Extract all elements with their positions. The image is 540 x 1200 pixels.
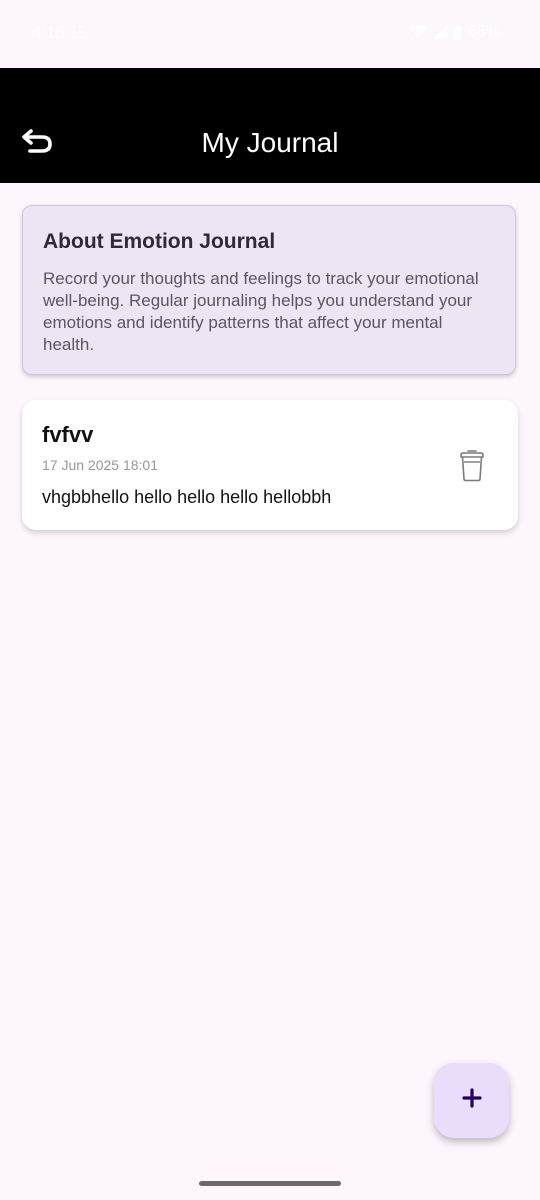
status-icons: 68% xyxy=(408,23,500,41)
status-time: 4:15 ☷ xyxy=(32,23,86,42)
about-info-card: About Emotion Journal Record your though… xyxy=(22,205,516,375)
page-title: My Journal xyxy=(201,127,339,158)
entry-date: 17 Jun 2025 18:01 xyxy=(42,457,158,473)
status-bar: 4:15 ☷ 68% xyxy=(0,0,540,68)
app-bar: My Journal xyxy=(0,68,540,183)
journal-entry-card[interactable]: fvfvv 17 Jun 2025 18:01 vhgbbhello hello… xyxy=(22,400,518,530)
add-entry-button[interactable] xyxy=(434,1063,509,1138)
battery-icon xyxy=(453,24,462,40)
delete-entry-button[interactable] xyxy=(456,448,488,486)
trash-icon xyxy=(459,448,485,487)
signal-icon xyxy=(432,25,447,39)
entry-title: fvfvv xyxy=(42,422,94,447)
wifi-icon xyxy=(408,25,427,39)
plus-icon xyxy=(461,1088,482,1113)
info-card-title: About Emotion Journal xyxy=(43,230,276,253)
entry-body: vhgbbhello hello hello hello hellobbh xyxy=(42,487,332,507)
navigation-gesture-bar[interactable] xyxy=(199,1181,341,1186)
info-card-text: Record your thoughts and feelings to tra… xyxy=(43,269,479,354)
battery-percent: 68% xyxy=(467,23,500,40)
